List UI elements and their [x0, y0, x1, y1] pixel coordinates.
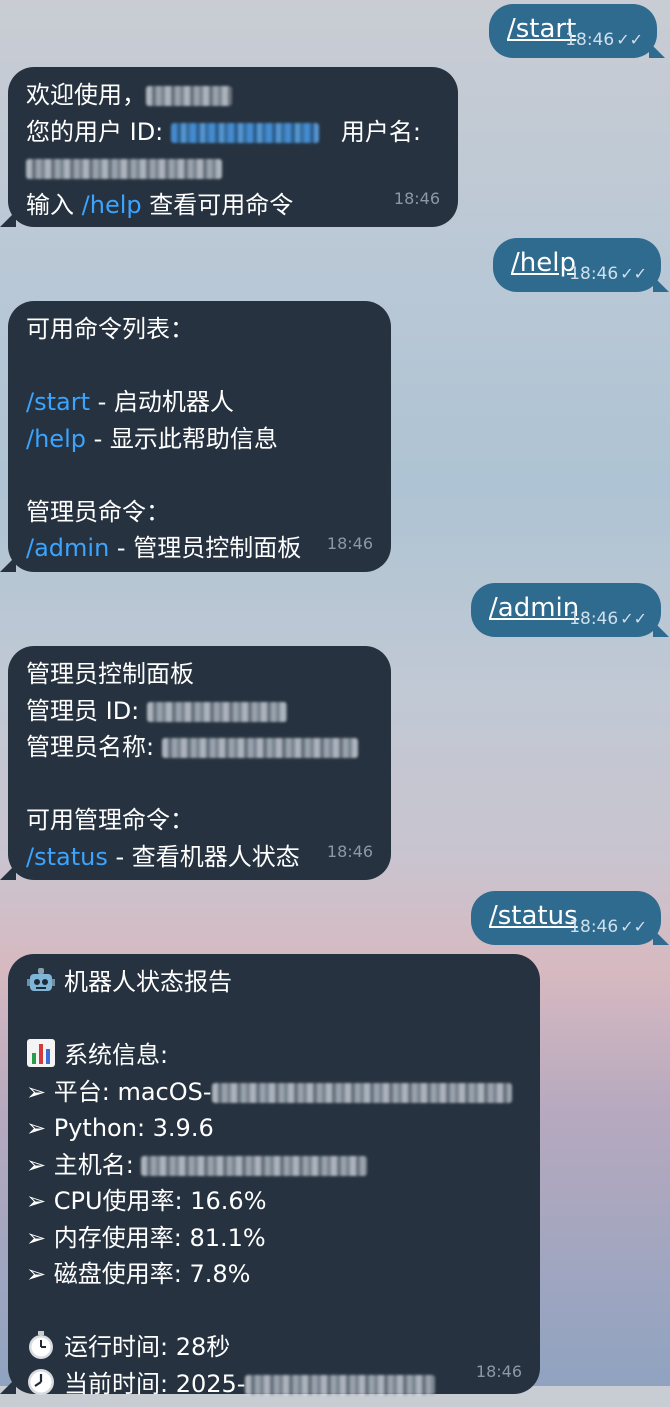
outgoing-message-start: /start 18:46 ✓✓	[489, 4, 665, 58]
message-meta: 18:46 ✓✓	[565, 30, 643, 50]
disk-line: ➢ 磁盘使用率: 7.8%	[26, 1260, 251, 1288]
admin-name-line: 管理员名称:	[26, 729, 371, 766]
double-check-icon: ✓✓	[616, 30, 643, 49]
command-link-status[interactable]: /status	[26, 843, 108, 871]
message-time: 18:46	[475, 1361, 522, 1381]
system-info-title-line: 系统信息:	[26, 1037, 520, 1074]
python-line: ➢ Python: 3.9.6	[26, 1114, 214, 1142]
cpu-line: ➢ CPU使用率: 16.6%	[26, 1187, 267, 1215]
command-link-help[interactable]: /help	[511, 248, 576, 278]
message-meta: 18:46 ✓✓	[569, 264, 647, 284]
bubble-tail	[653, 621, 669, 637]
command-link-help[interactable]: /help	[26, 425, 86, 453]
bullet-arrow-icon: ➢	[26, 1187, 47, 1215]
bubble-tail	[0, 1378, 16, 1394]
uptime-line: 运行时间: 28秒	[26, 1329, 520, 1366]
admin-panel-title: 管理员控制面板	[26, 660, 194, 688]
incoming-message-status-report: 机器人状态报告 系统信息: ➢ 平台: macOS- ➢ Python: 3.9…	[0, 954, 540, 1398]
bubble-tail	[653, 929, 669, 945]
current-time-line: 当前时间: 2025-	[26, 1366, 520, 1403]
robot-icon	[26, 965, 56, 995]
memory-line: ➢ 内存使用率: 81.1%	[26, 1223, 266, 1252]
bar-chart-icon	[26, 1038, 56, 1068]
command-link-admin[interactable]: /admin	[489, 593, 579, 623]
redacted-name	[146, 86, 232, 106]
redacted-platform	[211, 1082, 512, 1103]
stopwatch-icon	[26, 1330, 56, 1360]
hostname-line: ➢ 主机名:	[26, 1147, 520, 1184]
redacted-hostname	[141, 1155, 368, 1176]
command-link-help[interactable]: /help	[82, 191, 142, 219]
clock-icon	[26, 1367, 56, 1397]
message-meta: 18:46 ✓✓	[569, 609, 647, 629]
bullet-arrow-icon: ➢	[26, 1150, 47, 1179]
platform-line: ➢ 平台: macOS-	[26, 1074, 520, 1111]
redacted-admin-name	[161, 738, 358, 758]
message-time: 18:46	[326, 841, 373, 861]
incoming-message-welcome: 欢迎使用， 您的用户 ID: 用户名: 输入 /help 查看可用命令 18:4…	[0, 67, 458, 227]
message-time: 18:46	[569, 917, 619, 937]
outgoing-message-help: /help 18:46 ✓✓	[493, 238, 669, 292]
redacted-datetime	[245, 1374, 436, 1395]
bubble-tail	[0, 864, 16, 880]
command-link-status[interactable]: /status	[489, 901, 578, 931]
bubble-tail	[649, 42, 665, 58]
bubble-tail	[653, 276, 669, 292]
command-item-help: /help - 显示此帮助信息	[26, 424, 278, 453]
message-time: 18:46	[565, 30, 615, 50]
redacted-user-id[interactable]	[170, 122, 319, 143]
bullet-arrow-icon: ➢	[26, 1260, 47, 1288]
message-time: 18:46	[326, 533, 373, 553]
double-check-icon: ✓✓	[620, 609, 647, 628]
admin-id-line: 管理员 ID:	[26, 693, 371, 730]
status-title-line: 机器人状态报告	[26, 964, 520, 1001]
bubble-tail	[0, 211, 16, 227]
command-list-title: 可用命令列表：	[26, 315, 194, 343]
incoming-message-admin-panel: 管理员控制面板 管理员 ID: 管理员名称: 可用管理命令： /status -…	[0, 646, 391, 880]
message-time: 18:46	[569, 264, 619, 284]
command-item-start: /start - 启动机器人	[26, 388, 234, 416]
help-hint-line: 输入 /help 查看可用命令	[26, 190, 294, 219]
incoming-message-command-list: 可用命令列表： /start - 启动机器人 /help - 显示此帮助信息 管…	[0, 301, 391, 572]
bullet-arrow-icon: ➢	[26, 1114, 47, 1142]
user-id-line: 您的用户 ID: 用户名:	[26, 117, 421, 146]
admin-cmds-title: 可用管理命令：	[26, 806, 194, 834]
message-meta: 18:46 ✓✓	[569, 917, 647, 937]
admin-commands-title: 管理员命令：	[26, 497, 170, 526]
outgoing-message-status: /status 18:46 ✓✓	[471, 891, 669, 945]
username-line	[26, 150, 438, 187]
bullet-arrow-icon: ➢	[26, 1223, 47, 1252]
redacted-admin-id	[146, 701, 287, 722]
message-time: 18:46	[393, 188, 440, 208]
outgoing-message-admin: /admin 18:46 ✓✓	[471, 583, 669, 637]
command-link-admin[interactable]: /admin	[26, 534, 109, 562]
welcome-line: 欢迎使用，	[26, 77, 438, 114]
status-title: 机器人状态报告	[64, 968, 232, 996]
double-check-icon: ✓✓	[620, 917, 647, 936]
message-time: 18:46	[569, 609, 619, 629]
command-item-status: /status - 查看机器人状态	[26, 842, 300, 871]
bullet-arrow-icon: ➢	[26, 1077, 47, 1106]
bubble-tail	[0, 556, 16, 572]
redacted-username	[26, 159, 222, 179]
command-link-start[interactable]: /start	[26, 388, 90, 416]
double-check-icon: ✓✓	[620, 264, 647, 283]
command-item-admin: /admin - 管理员控制面板	[26, 534, 302, 562]
